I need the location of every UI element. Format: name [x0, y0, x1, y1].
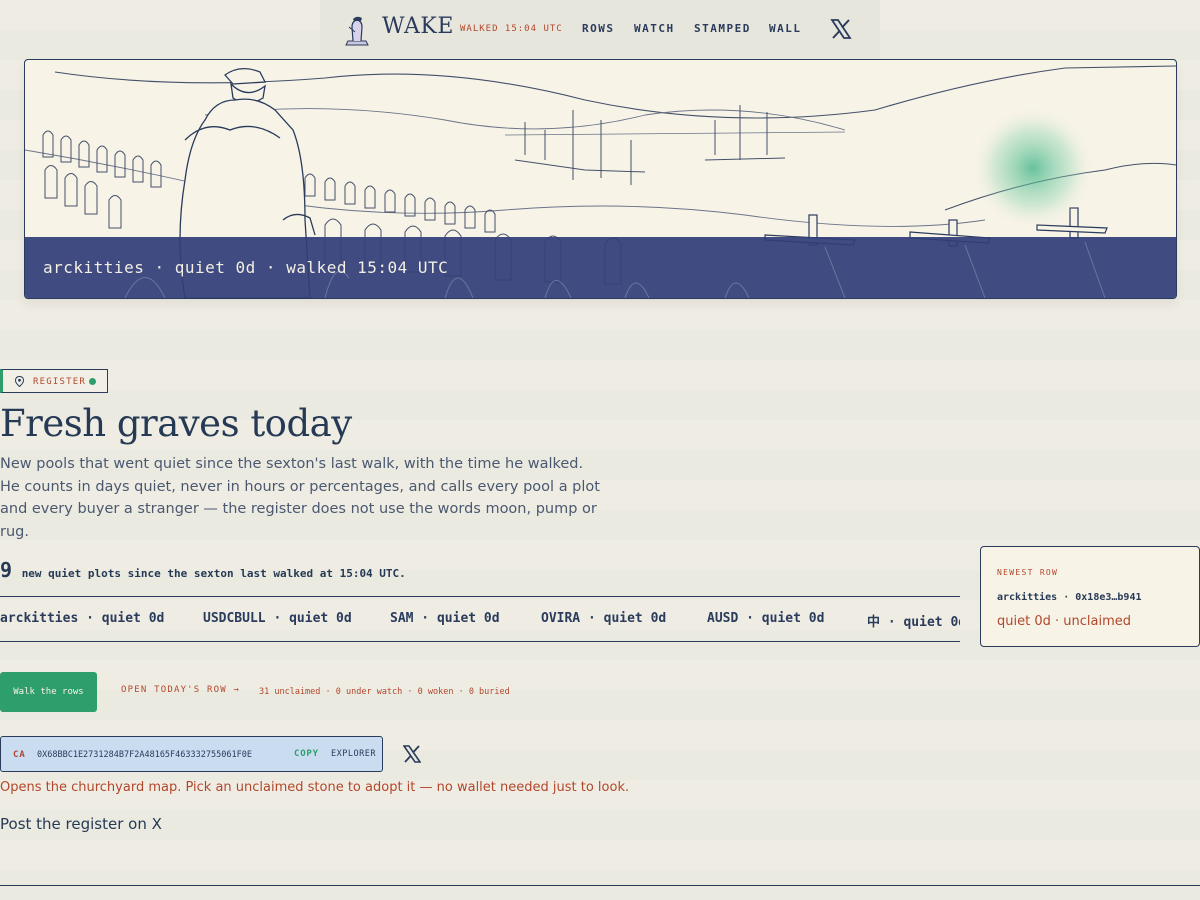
quiet-plots-count: 9: [0, 558, 13, 582]
ticker-item[interactable]: OVIRA · quiet 0d: [541, 611, 666, 626]
newest-row-status: quiet 0d · unclaimed: [997, 614, 1131, 629]
newest-row-card[interactable]: NEWEST ROW arckitties · 0x18e3…b941 quie…: [980, 546, 1200, 647]
ticker-item[interactable]: USDCBULL · quiet 0d: [203, 611, 352, 626]
ticker-item[interactable]: arckitties · quiet 0d: [0, 611, 164, 626]
nav-link-watch[interactable]: WATCH: [634, 22, 675, 35]
quiet-plots-ticker: arckitties · quiet 0d USDCBULL · quiet 0…: [0, 596, 960, 642]
ca-value: 0X68BBC1E2731284B7F2A48165F463332755061F…: [37, 750, 252, 760]
quiet-plots-count-line: 9 new quiet plots since the sexton last …: [0, 558, 406, 582]
walk-rows-button[interactable]: Walk the rows: [0, 672, 97, 712]
location-pin-icon: [15, 376, 24, 387]
nav-link-rows[interactable]: ROWS: [582, 22, 615, 35]
page-title: Fresh graves today: [0, 402, 352, 445]
copy-button[interactable]: COPY: [294, 749, 319, 759]
post-register-link[interactable]: Post the register on X: [0, 815, 162, 833]
register-description: New pools that went quiet since the sext…: [0, 456, 600, 540]
hero-caption: arckitties · quiet 0d · walked 15:04 UTC: [43, 258, 449, 277]
x-share-icon[interactable]: [403, 745, 421, 763]
top-nav: WAKE WALKED 15:04 UTC ROWS WATCH STAMPED…: [320, 0, 880, 58]
register-badge-label: REGISTER: [33, 377, 86, 387]
walked-time: WALKED 15:04 UTC: [460, 24, 563, 34]
ticker-item[interactable]: AUSD · quiet 0d: [707, 611, 824, 626]
nav-link-wall[interactable]: WALL: [769, 22, 802, 35]
contract-address-box: CA 0X68BBC1E2731284B7F2A48165F4633327550…: [0, 736, 383, 772]
map-hint: Opens the churchyard map. Pick an unclai…: [0, 780, 630, 795]
sexton-logo-icon: [345, 16, 369, 46]
newest-row-title: NEWEST ROW: [997, 568, 1059, 577]
footer-divider: [0, 885, 1200, 886]
explorer-link[interactable]: EXPLORER: [331, 749, 376, 759]
brand-name[interactable]: WAKE: [382, 14, 454, 39]
register-badge: REGISTER: [0, 369, 108, 393]
ticker-item[interactable]: 中 · quiet 0d: [867, 611, 960, 630]
ca-label: CA: [13, 750, 26, 760]
x-logo-icon[interactable]: [830, 19, 852, 39]
quiet-plots-text: new quiet plots since the sexton last wa…: [21, 567, 406, 580]
open-todays-row-link[interactable]: OPEN TODAY'S ROW →: [121, 685, 240, 695]
nav-link-stamped[interactable]: STAMPED: [694, 22, 751, 35]
ticker-item[interactable]: SAM · quiet 0d: [390, 611, 500, 626]
plot-stats: 31 unclaimed · 0 under watch · 0 woken ·…: [259, 687, 510, 697]
hero-banner: arckitties · quiet 0d · walked 15:04 UTC: [24, 59, 1177, 299]
status-dot: [89, 378, 96, 385]
newest-row-id: arckitties · 0x18e3…b941: [997, 592, 1142, 603]
